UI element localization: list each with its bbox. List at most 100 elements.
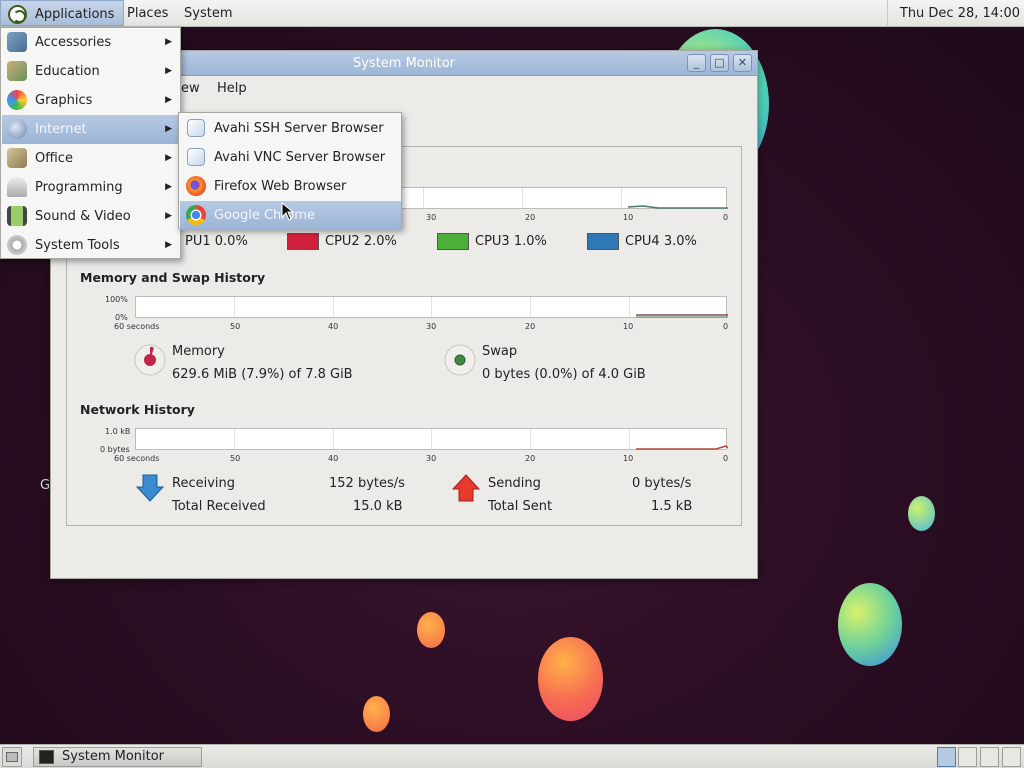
taskbar-system-monitor[interactable]: System Monitor (33, 747, 202, 767)
programming-icon (7, 177, 27, 197)
memory-y-top: 100% (105, 295, 128, 304)
office-icon (7, 148, 27, 168)
minimize-button[interactable]: _ (687, 54, 706, 72)
menu-item-label: Internet (35, 122, 87, 137)
menu-item-label: Accessories (35, 35, 112, 50)
total-received-value: 15.0 kB (353, 499, 403, 514)
submenu-arrow-icon: ▶ (165, 66, 172, 76)
memory-value: 629.6 MiB (7.9%) of 7.8 GiB (172, 367, 353, 382)
applications-label: Applications (35, 7, 115, 22)
menu-help[interactable]: Help (217, 81, 247, 96)
accessories-icon (7, 32, 27, 52)
menu-item-sound-video[interactable]: Sound & Video ▶ (2, 202, 180, 231)
memory-history-graph (135, 296, 728, 318)
memory-section-title: Memory and Swap History (80, 270, 266, 285)
system-menu[interactable]: System (175, 0, 241, 27)
cpu2-label: CPU2 2.0% (325, 234, 397, 249)
top-panel: Applications Places System Thu Dec 28, 1… (0, 0, 1024, 27)
network-history-graph (135, 428, 728, 450)
sending-arrow-icon[interactable] (451, 473, 481, 503)
total-sent-label: Total Sent (488, 499, 553, 514)
show-desktop-button[interactable] (2, 747, 22, 767)
network-tick: 50 (230, 454, 241, 463)
menu-item-system-tools[interactable]: System Tools ▶ (2, 231, 180, 260)
menu-item-label: Office (35, 151, 73, 166)
applications-dropdown: Accessories ▶ Education ▶ Graphics ▶ Intern… (0, 27, 181, 259)
cpu3-label: CPU3 1.0% (475, 234, 547, 249)
network-y-bottom: 0 bytes (100, 445, 130, 454)
window-title: System Monitor (352, 56, 456, 71)
cpu-tick: 0 (723, 213, 729, 222)
sending-rate: 0 bytes/s (632, 476, 692, 491)
menu-item-graphics[interactable]: Graphics ▶ (2, 86, 180, 115)
memory-tick: 60 seconds (114, 322, 160, 331)
mouse-pointer-icon (281, 202, 295, 221)
applications-menu[interactable]: Applications (0, 0, 125, 26)
receiving-arrow-icon[interactable] (135, 473, 165, 503)
menu-item-label: Programming (35, 180, 123, 195)
menu-view[interactable]: ew (181, 81, 200, 96)
places-menu[interactable]: Places (118, 0, 177, 27)
menu-item-label: Firefox Web Browser (214, 179, 347, 194)
memory-tick: 20 (525, 322, 536, 331)
total-sent-value: 1.5 kB (651, 499, 693, 514)
network-tick: 20 (525, 454, 536, 463)
menu-item-office[interactable]: Office ▶ (2, 144, 180, 173)
workspace-3[interactable] (980, 747, 999, 767)
cpu4-color-swatch[interactable] (587, 233, 619, 250)
memory-pie-icon[interactable] (134, 344, 166, 376)
close-button[interactable]: ✕ (733, 54, 752, 72)
cpu4-label: CPU4 3.0% (625, 234, 697, 249)
maximize-button[interactable]: □ (710, 54, 729, 72)
receiving-rate: 152 bytes/s (329, 476, 405, 491)
memory-tick: 40 (328, 322, 339, 331)
submenu-arrow-icon: ▶ (165, 124, 172, 134)
menu-item-label: Avahi VNC Server Browser (214, 150, 386, 165)
submenu-arrow-icon: ▶ (165, 37, 172, 47)
menu-item-firefox[interactable]: Firefox Web Browser (180, 172, 401, 201)
submenu-arrow-icon: ▶ (165, 95, 172, 105)
chrome-icon (186, 205, 206, 225)
menu-item-label: Avahi SSH Server Browser (214, 121, 384, 136)
taskbar-label: System Monitor (62, 749, 165, 764)
desktop-bubble (538, 637, 603, 721)
cpu2-color-swatch[interactable] (287, 233, 319, 250)
menu-item-education[interactable]: Education ▶ (2, 57, 180, 86)
memory-label: Memory (172, 344, 225, 359)
sending-label: Sending (488, 476, 541, 491)
system-tools-icon (7, 235, 27, 255)
avahi-vnc-icon (187, 148, 205, 166)
menu-item-programming[interactable]: Programming ▶ (2, 173, 180, 202)
network-tick: 0 (723, 454, 729, 463)
menu-item-label: Google Chrome (214, 208, 315, 223)
receiving-label: Receiving (172, 476, 236, 491)
menu-item-avahi-vnc[interactable]: Avahi VNC Server Browser (180, 143, 401, 172)
memory-tick: 30 (426, 322, 437, 331)
workspace-1[interactable] (937, 747, 956, 767)
swap-pie-icon[interactable] (444, 344, 476, 376)
memory-y-bottom: 0% (115, 313, 128, 322)
menu-item-avahi-ssh[interactable]: Avahi SSH Server Browser (180, 114, 401, 143)
menu-item-label: System Tools (35, 238, 120, 253)
menu-item-label: Education (35, 64, 100, 79)
menu-item-accessories[interactable]: Accessories ▶ (2, 28, 180, 57)
cpu3-color-swatch[interactable] (437, 233, 469, 250)
total-received-label: Total Received (172, 499, 266, 514)
cpu-tick: 30 (426, 213, 437, 222)
firefox-icon (186, 176, 206, 196)
menu-item-internet[interactable]: Internet ▶ (2, 115, 180, 144)
submenu-arrow-icon: ▶ (165, 211, 172, 221)
education-icon (7, 61, 27, 81)
submenu-arrow-icon: ▶ (165, 153, 172, 163)
network-tick: 30 (426, 454, 437, 463)
desktop-bubble (908, 496, 935, 531)
show-desktop-icon (6, 752, 18, 762)
network-graph-line (636, 445, 728, 450)
workspace-2[interactable] (958, 747, 977, 767)
submenu-arrow-icon: ▶ (165, 240, 172, 250)
clock[interactable]: Thu Dec 28, 14:00 (886, 0, 1024, 27)
memory-tick: 50 (230, 322, 241, 331)
menu-item-label: Graphics (35, 93, 93, 108)
workspace-4[interactable] (1002, 747, 1021, 767)
desktop-partial-label: G (40, 478, 51, 493)
